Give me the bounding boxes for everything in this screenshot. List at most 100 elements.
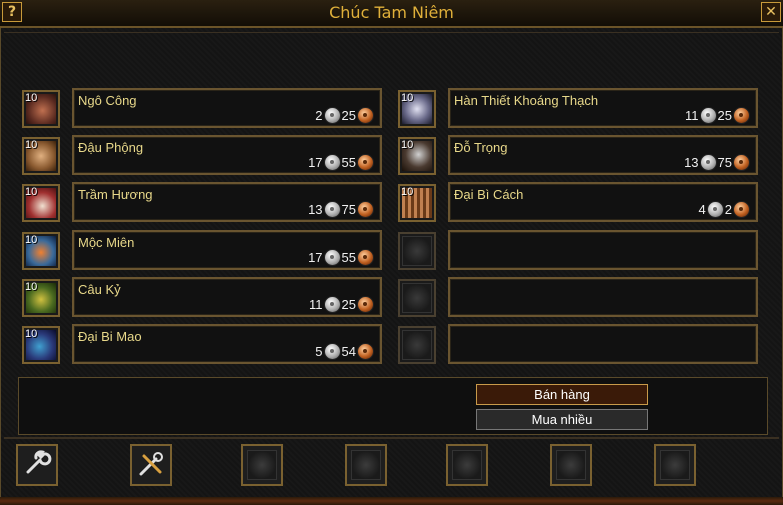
- item-name: Ngô Công: [78, 93, 137, 108]
- empty-item-row: [448, 277, 758, 317]
- price-silver: 2: [315, 108, 323, 123]
- toolbar-empty-slot[interactable]: [550, 444, 592, 486]
- item-name: Câu Kỷ: [78, 282, 121, 297]
- buy-bulk-button[interactable]: Mua nhiều: [476, 409, 648, 430]
- item-slot-do-trong[interactable]: 10: [398, 137, 436, 175]
- price-silver: 4: [698, 202, 706, 217]
- item-row[interactable]: Đỗ Trọng 13 75: [448, 135, 758, 175]
- item-slot-dai-bi-cach[interactable]: 10: [398, 184, 436, 222]
- empty-slot-icon: [402, 330, 432, 360]
- price-silver: 11: [685, 108, 699, 123]
- item-slot-han-thiet[interactable]: 10: [398, 90, 436, 128]
- silver-coin-icon: [323, 296, 341, 313]
- item-row[interactable]: Đại Bi Mao 5 54: [72, 324, 382, 364]
- item-row[interactable]: Trầm Hương 13 75: [72, 182, 382, 222]
- item-price: 2 25: [315, 107, 374, 124]
- item-price: 17 55: [308, 154, 374, 171]
- item-slot-dau-phong[interactable]: 10: [22, 137, 60, 175]
- item-slot-moc-mien[interactable]: 10: [22, 232, 60, 270]
- toolbar-empty-slot[interactable]: [654, 444, 696, 486]
- item-slot-cau-ky[interactable]: 10: [22, 279, 60, 317]
- item-name: Đỗ Trọng: [454, 140, 508, 155]
- silver-coin-icon: [323, 343, 341, 360]
- price-silver: 17: [308, 155, 323, 170]
- item-row[interactable]: Đại Bì Cách 42: [448, 182, 758, 222]
- empty-item-slot[interactable]: [398, 326, 436, 364]
- silver-coin-icon: [706, 201, 724, 218]
- item-price: 42: [699, 201, 750, 218]
- empty-slot-icon: [556, 450, 586, 480]
- price-silver: 13: [684, 155, 699, 170]
- item-slot-tram-huong[interactable]: 10: [22, 184, 60, 222]
- price-copper: 55: [341, 250, 356, 265]
- item-row[interactable]: Ngô Công 2 25: [72, 88, 382, 128]
- item-price: 13 75: [308, 201, 374, 218]
- action-area: [18, 377, 768, 435]
- empty-slot-icon: [402, 236, 432, 266]
- copper-coin-icon: [357, 154, 374, 171]
- price-copper: 55: [341, 155, 356, 170]
- copper-coin-icon: [357, 107, 374, 124]
- empty-slot-icon: [402, 283, 432, 313]
- empty-slot-icon: [351, 450, 381, 480]
- repair-button[interactable]: [16, 444, 58, 486]
- empty-item-slot[interactable]: [398, 279, 436, 317]
- item-price: 11 25: [309, 296, 374, 313]
- copper-coin-icon: [733, 107, 750, 124]
- copper-coin-icon: [357, 296, 374, 313]
- close-icon: ✕: [765, 4, 777, 20]
- item-row[interactable]: Đậu Phộng 17 55: [72, 135, 382, 175]
- item-quantity: 10: [401, 92, 414, 104]
- price-copper: 54: [341, 344, 356, 359]
- silver-coin-icon: [323, 154, 341, 171]
- tools-icon: [139, 452, 163, 476]
- item-slot-ngo-cong[interactable]: 10: [22, 90, 60, 128]
- item-name: Hàn Thiết Khoáng Thạch: [454, 93, 599, 108]
- copper-coin-icon: [357, 249, 374, 266]
- item-quantity: 10: [25, 139, 38, 151]
- item-name: Đại Bi Mao: [78, 329, 142, 344]
- close-button[interactable]: ✕: [761, 2, 781, 22]
- empty-item-slot[interactable]: [398, 232, 436, 270]
- item-price: 17 55: [308, 249, 374, 266]
- item-row[interactable]: Hàn Thiết Khoáng Thạch 11 25: [448, 88, 758, 128]
- price-silver: 11: [309, 297, 323, 312]
- price-copper: 25: [341, 297, 356, 312]
- item-row[interactable]: Mộc Miên 17 55: [72, 230, 382, 270]
- sell-button[interactable]: Bán hàng: [476, 384, 648, 405]
- item-quantity: 10: [25, 328, 38, 340]
- item-name: Trầm Hương: [78, 187, 153, 202]
- toolbar-empty-slot[interactable]: [241, 444, 283, 486]
- item-name: Mộc Miên: [78, 235, 135, 250]
- divider: [4, 437, 779, 439]
- empty-slot-icon: [247, 450, 277, 480]
- silver-coin-icon: [323, 107, 341, 124]
- window-bottom-border: [0, 497, 783, 505]
- price-copper: 75: [341, 202, 356, 217]
- wrench-icon: [26, 450, 52, 474]
- item-quantity: 10: [25, 92, 38, 104]
- copper-coin-icon: [357, 201, 374, 218]
- silver-coin-icon: [323, 201, 341, 218]
- price-copper: 25: [717, 108, 732, 123]
- silver-coin-icon: [699, 107, 717, 124]
- item-slot-dai-bi-mao[interactable]: 10: [22, 326, 60, 364]
- silver-coin-icon: [699, 154, 717, 171]
- item-quantity: 10: [25, 234, 38, 246]
- copper-coin-icon: [357, 343, 374, 360]
- item-price: 5 54: [315, 343, 374, 360]
- toolbar-empty-slot[interactable]: [345, 444, 387, 486]
- price-copper: 25: [341, 108, 356, 123]
- item-price: 11 25: [685, 107, 750, 124]
- divider: [4, 32, 779, 33]
- item-row[interactable]: Câu Kỷ 11 25: [72, 277, 382, 317]
- price-copper: 75: [717, 155, 732, 170]
- item-name: Đại Bì Cách: [454, 187, 524, 202]
- silver-coin-icon: [323, 249, 341, 266]
- empty-item-row: [448, 230, 758, 270]
- title-bar: ? Chúc Tam Niêm ✕: [0, 0, 783, 28]
- window-title: Chúc Tam Niêm: [329, 3, 454, 22]
- copper-coin-icon: [733, 154, 750, 171]
- repair-all-button[interactable]: [130, 444, 172, 486]
- toolbar-empty-slot[interactable]: [446, 444, 488, 486]
